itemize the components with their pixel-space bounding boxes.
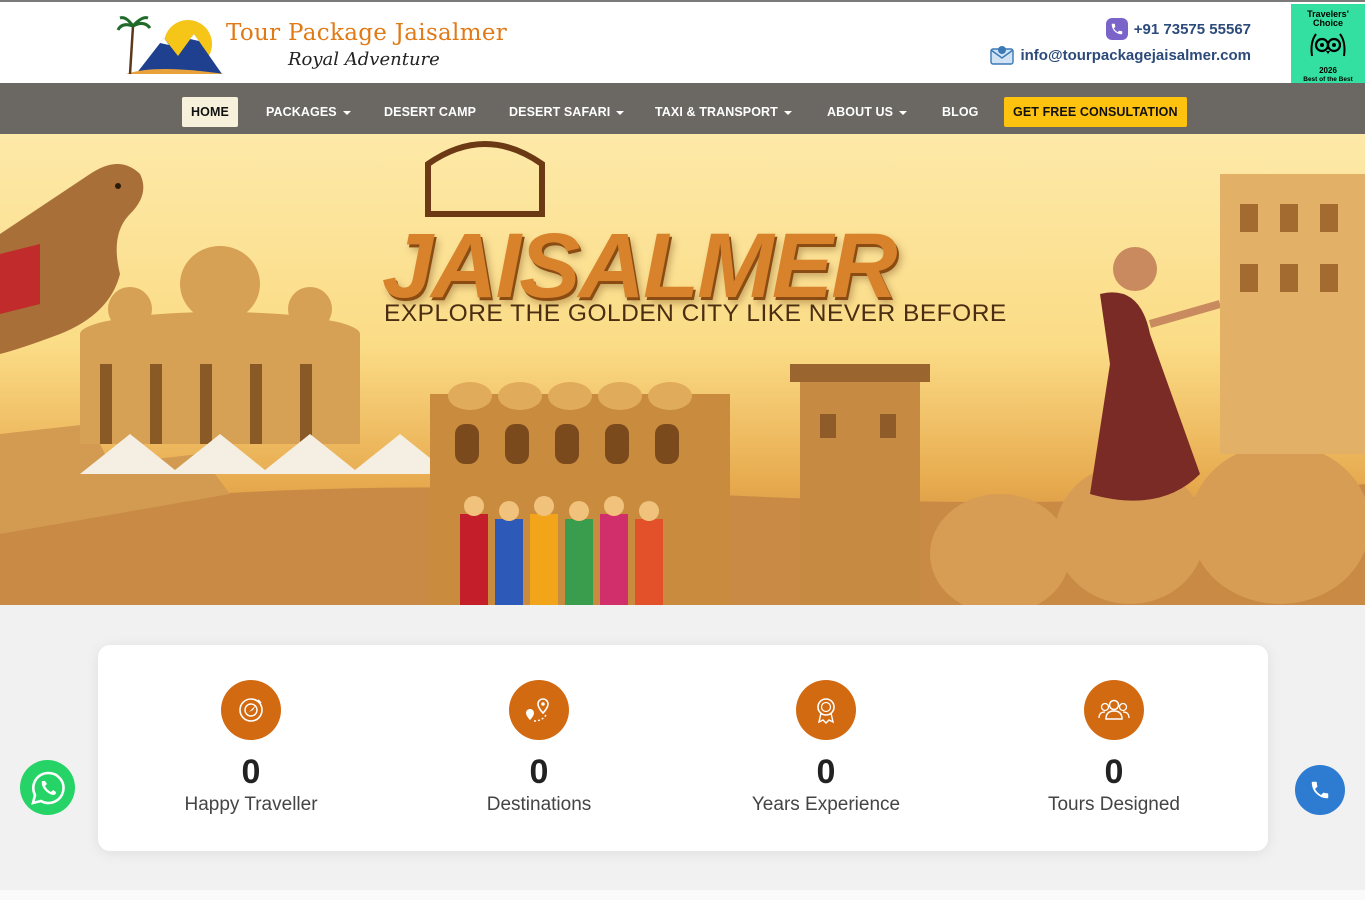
nav-desert-safari-label: DESERT SAFARI — [509, 105, 611, 119]
badge-line2: Choice — [1312, 18, 1343, 28]
stat-label: Years Experience — [751, 794, 901, 815]
next-section-edge — [0, 890, 1365, 900]
nav-desert-camp-label: DESERT CAMP — [384, 105, 477, 119]
stat-value: 0 — [529, 753, 549, 791]
stat-tours-designed: 0 Tours Designed — [984, 680, 1244, 819]
stat-destinations: 0 Destinations — [409, 680, 669, 819]
nav-about-us-label: ABOUT US — [827, 105, 894, 119]
award-icon — [796, 680, 856, 740]
phone-icon — [1105, 18, 1128, 40]
stat-value: 0 — [241, 753, 261, 791]
nav-blog-label: BLOG — [942, 105, 979, 119]
stat-years-experience: 0 Years Experience — [696, 680, 956, 819]
whatsapp-button[interactable] — [20, 760, 75, 815]
nav-blog[interactable]: BLOG — [942, 97, 979, 127]
stat-label: Happy Traveller — [184, 794, 318, 815]
nav-taxi-transport-label: TAXI & TRANSPORT — [655, 105, 778, 119]
chevron-down-icon — [616, 110, 625, 115]
travelers-choice-badge[interactable]: Travelers' Choice 2026 Best of the Best — [1291, 4, 1365, 87]
nav-desert-camp[interactable]: DESERT CAMP — [384, 97, 476, 127]
phone-number: +91 73575 55567 — [1133, 20, 1251, 38]
stat-label: Tours Designed — [1047, 794, 1181, 815]
free-consultation-button[interactable]: GET FREE CONSULTATION — [1004, 97, 1187, 127]
header-phone-link[interactable]: +91 73575 55567 — [1105, 18, 1251, 40]
hero-scene-illustration — [0, 141, 1365, 605]
site-logo[interactable]: Tour Package Jaisalmer Royal Adventure — [116, 16, 508, 78]
nav-packages-label: PACKAGES — [266, 105, 337, 119]
cta-label: GET FREE CONSULTATION — [1013, 105, 1178, 119]
owl-icon — [1310, 33, 1346, 57]
brand-subtitle: Royal Adventure — [288, 49, 440, 70]
chevron-down-icon — [342, 110, 351, 115]
header-email-link[interactable]: info@tourpackagejaisalmer.com — [990, 44, 1251, 66]
badge-year: 2026 — [1319, 66, 1337, 75]
stat-value: 0 — [816, 753, 836, 791]
stat-label: Destinations — [486, 794, 592, 815]
site-header: Tour Package Jaisalmer Royal Adventure +… — [0, 0, 1365, 87]
logo-mark-icon — [116, 16, 224, 75]
stat-happy-traveller: 0 Happy Traveller — [121, 680, 381, 819]
stats-card: 0 Happy Traveller 0 Destinations 0 Years… — [98, 645, 1268, 851]
badge-caption: Best of the Best — [1303, 76, 1353, 83]
whatsapp-icon — [30, 771, 65, 805]
chevron-down-icon — [783, 110, 792, 115]
nav-packages[interactable]: PACKAGES — [266, 97, 351, 127]
hero-banner: JAISALMER EXPLORE THE GOLDEN CITY LIKE N… — [0, 134, 1365, 605]
nav-taxi-transport[interactable]: TAXI & TRANSPORT — [655, 97, 792, 127]
nav-home-label: HOME — [191, 105, 229, 119]
map-pin-icon — [509, 680, 569, 740]
main-navigation: HOME PACKAGES DESERT CAMP DESERT SAFARI … — [0, 83, 1365, 134]
compass-icon — [221, 680, 281, 740]
chevron-down-icon — [899, 110, 908, 115]
call-button[interactable] — [1295, 765, 1345, 815]
nav-desert-safari[interactable]: DESERT SAFARI — [509, 97, 625, 127]
stat-value: 0 — [1104, 753, 1124, 791]
nav-about-us[interactable]: ABOUT US — [827, 97, 908, 127]
group-icon — [1084, 680, 1144, 740]
mail-icon — [990, 44, 1015, 66]
brand-title: Tour Package Jaisalmer — [226, 20, 508, 46]
hero-tagline: EXPLORE THE GOLDEN CITY LIKE NEVER BEFOR… — [384, 300, 1007, 327]
phone-icon — [1311, 781, 1329, 799]
nav-home[interactable]: HOME — [182, 97, 238, 127]
email-address: info@tourpackagejaisalmer.com — [1020, 46, 1251, 64]
